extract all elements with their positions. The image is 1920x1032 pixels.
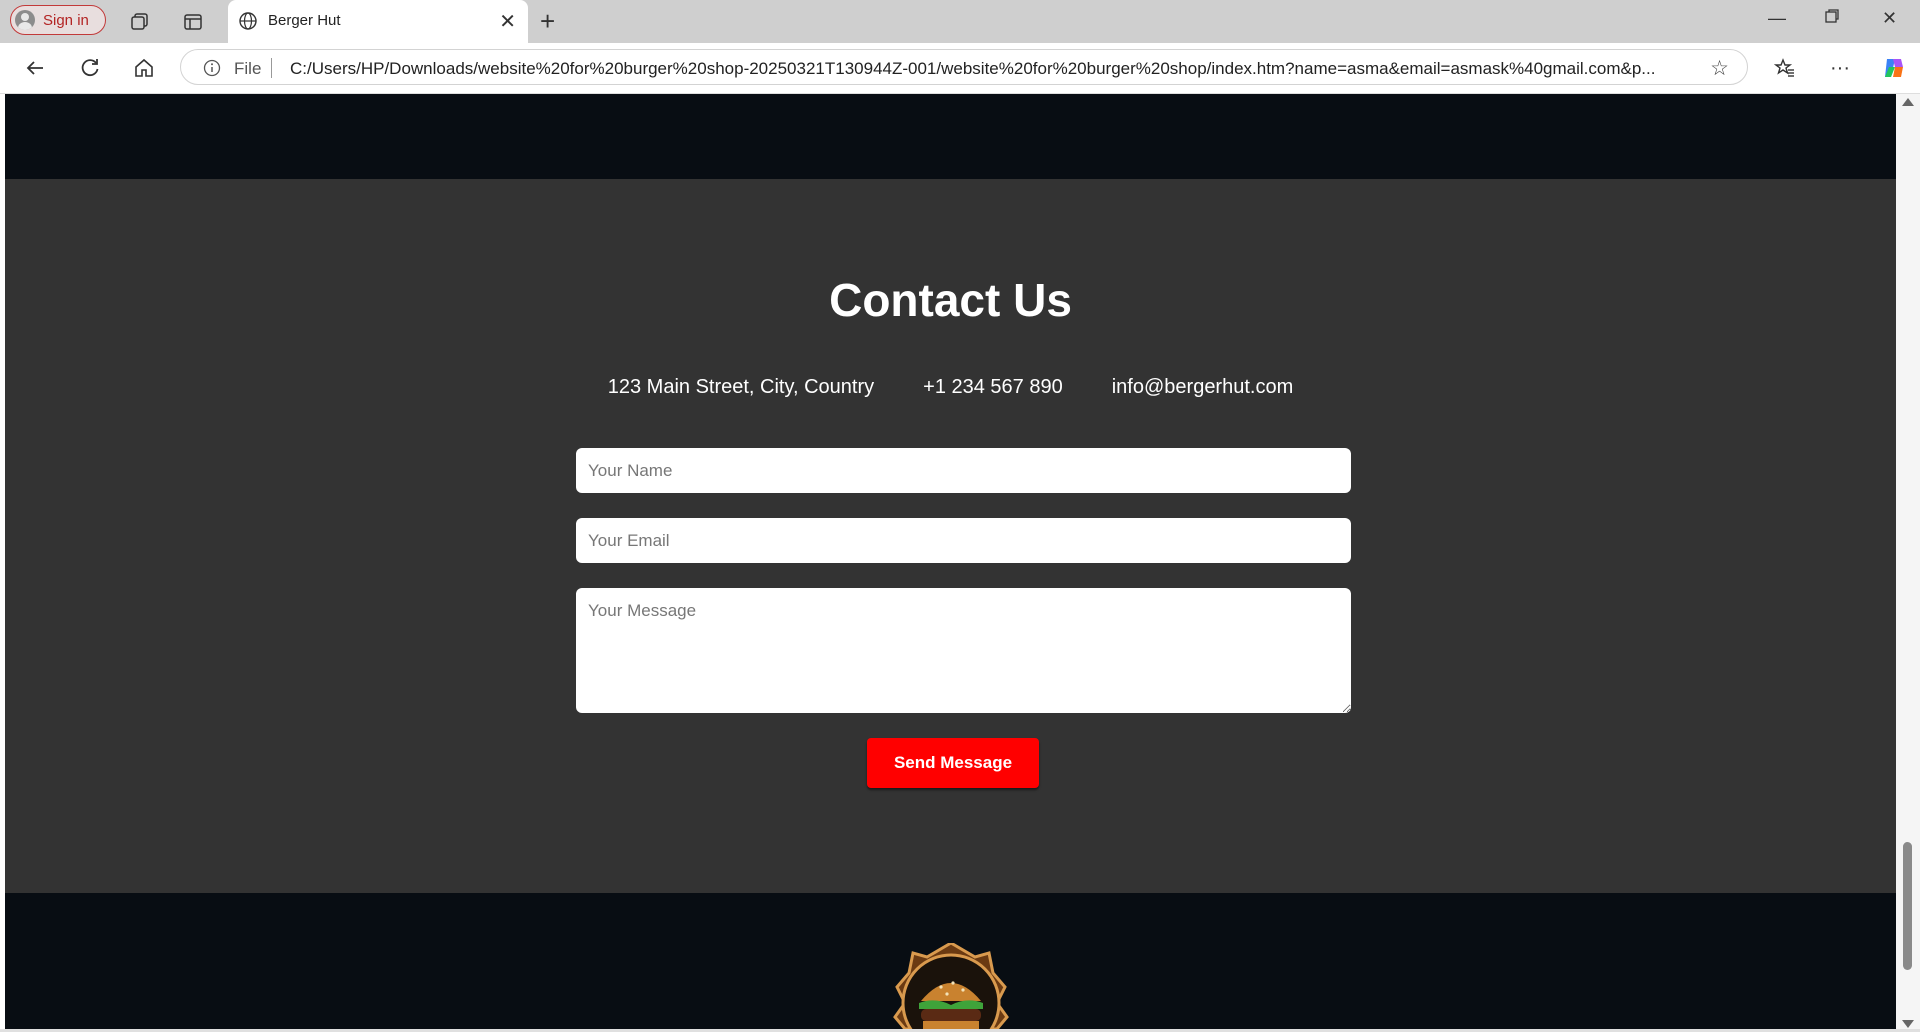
scheme-label: File xyxy=(234,59,262,78)
new-tab-icon[interactable]: + xyxy=(540,6,555,36)
tab-title: Berger Hut xyxy=(268,12,341,29)
refresh-icon[interactable] xyxy=(77,55,103,81)
favorites-icon[interactable] xyxy=(1772,55,1798,81)
more-options-icon[interactable]: ··· xyxy=(1827,55,1853,81)
contact-address: 123 Main Street, City, Country xyxy=(607,376,875,398)
email-input[interactable] xyxy=(576,518,1351,563)
restore-icon[interactable] xyxy=(1824,8,1840,29)
vertical-tabs-icon[interactable] xyxy=(181,10,205,34)
minimize-icon[interactable]: — xyxy=(1768,8,1786,29)
message-textarea[interactable] xyxy=(576,588,1351,713)
burger-logo xyxy=(865,941,1037,1029)
scroll-up-icon[interactable] xyxy=(1902,98,1914,106)
site-info-icon[interactable] xyxy=(203,59,221,82)
scroll-down-icon[interactable] xyxy=(1902,1020,1914,1028)
tab-berger-hut[interactable]: Berger Hut ✕ xyxy=(228,0,528,43)
send-message-button[interactable]: Send Message xyxy=(867,738,1039,788)
home-icon[interactable] xyxy=(131,55,157,81)
contact-info-row: 123 Main Street, City, Country +1 234 56… xyxy=(5,376,1896,399)
page-scrollbar[interactable] xyxy=(1896,94,1920,1032)
address-separator xyxy=(271,58,272,78)
browser-title-bar: Sign in Berger Hut ✕ + — ✕ xyxy=(0,0,1920,43)
contact-heading: Contact Us xyxy=(829,274,1072,326)
copilot-icon[interactable] xyxy=(1880,54,1908,82)
sign-in-button[interactable]: Sign in xyxy=(10,5,106,35)
globe-icon xyxy=(238,11,258,36)
scroll-thumb[interactable] xyxy=(1903,842,1912,970)
header-band xyxy=(5,94,1896,179)
close-window-icon[interactable]: ✕ xyxy=(1882,8,1897,29)
close-tab-icon[interactable]: ✕ xyxy=(499,9,516,34)
profile-avatar-icon xyxy=(15,10,35,30)
url-text[interactable]: C:/Users/HP/Downloads/website%20for%20bu… xyxy=(290,59,1670,79)
name-input[interactable] xyxy=(576,448,1351,493)
browser-toolbar: File C:/Users/HP/Downloads/website%20for… xyxy=(0,43,1920,94)
back-icon[interactable] xyxy=(22,55,48,81)
workspaces-icon[interactable] xyxy=(128,10,152,34)
contact-section: Contact Us 123 Main Street, City, Countr… xyxy=(5,179,1896,893)
favorite-star-icon[interactable]: ☆ xyxy=(1710,56,1729,81)
sign-in-label: Sign in xyxy=(43,11,89,29)
page-viewport: Contact Us 123 Main Street, City, Countr… xyxy=(5,94,1896,1029)
contact-phone: +1 234 567 890 xyxy=(923,376,1063,398)
footer xyxy=(5,893,1896,1029)
address-bar[interactable]: File C:/Users/HP/Downloads/website%20for… xyxy=(180,49,1748,85)
contact-email: info@bergerhut.com xyxy=(1111,376,1294,398)
